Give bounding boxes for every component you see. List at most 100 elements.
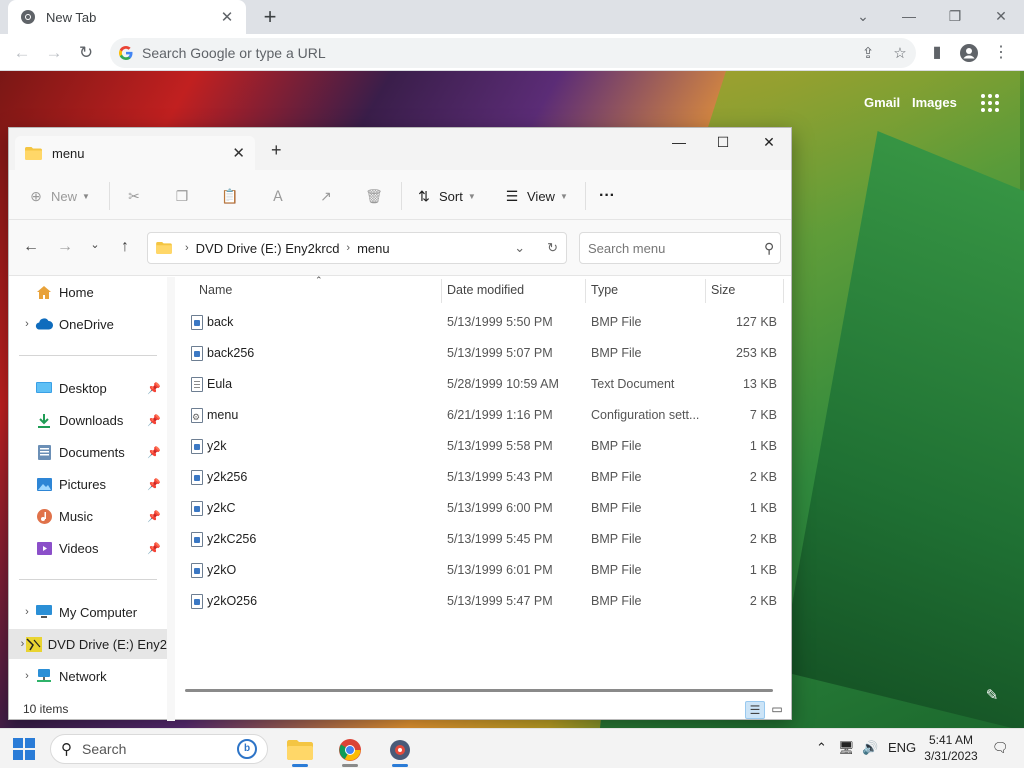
notifications-icon[interactable]: 🗨 [992, 740, 1009, 756]
chevron-right-icon[interactable]: › [19, 670, 35, 682]
nav-item-dvd-drive[interactable]: › DVD Drive (E:) Eny2 [9, 629, 167, 659]
pin-icon[interactable]: 📌 [147, 414, 161, 427]
file-row[interactable]: y2kC 5/13/1999 6:00 PM BMP File 1 KB [175, 493, 785, 524]
images-link[interactable]: Images [912, 95, 957, 110]
rename-icon[interactable]: Ａ [269, 185, 293, 207]
minimize-explorer-button[interactable]: — [657, 130, 701, 154]
new-explorer-tab-button[interactable]: + [271, 140, 282, 161]
cut-icon[interactable]: ✂ [125, 185, 149, 207]
search-box[interactable]: ⚲ [579, 232, 781, 264]
tab-search-icon[interactable]: ⌄ [840, 4, 886, 28]
maximize-explorer-button[interactable]: ☐ [701, 130, 745, 154]
pane-splitter[interactable] [167, 277, 175, 721]
chevron-right-icon[interactable]: › [19, 638, 26, 650]
chevron-up-icon[interactable]: ⌃ [816, 740, 827, 756]
new-tab-button[interactable]: + [258, 5, 282, 29]
column-divider[interactable] [585, 279, 586, 303]
restore-browser-button[interactable]: ❐ [932, 4, 978, 28]
google-apps-icon[interactable] [981, 94, 999, 112]
clock[interactable]: 5:41 AM 3/31/2023 [920, 732, 982, 764]
nav-item-home[interactable]: Home [9, 277, 167, 307]
column-header-date[interactable]: Date modified [447, 277, 524, 303]
chevron-right-icon[interactable]: › [19, 606, 35, 618]
close-tab-icon[interactable]: ✕ [218, 8, 236, 26]
back-icon[interactable]: ← [19, 238, 43, 258]
file-row[interactable]: back256 5/13/1999 5:07 PM BMP File 253 KB [175, 338, 785, 369]
pin-icon[interactable]: 📌 [147, 510, 161, 523]
column-header-type[interactable]: Type [591, 277, 618, 303]
file-row[interactable]: Eula 5/28/1999 10:59 AM Text Document 13 KB [175, 369, 785, 400]
details-view-icon[interactable]: ☰ [745, 701, 765, 719]
column-divider[interactable] [783, 279, 784, 303]
network-tray-icon[interactable]: 🖥 [838, 740, 855, 756]
file-row[interactable]: y2kO256 5/13/1999 5:47 PM BMP File 2 KB [175, 586, 785, 617]
column-divider[interactable] [441, 279, 442, 303]
address-dropdown-icon[interactable]: ⌄ [514, 240, 525, 256]
file-row[interactable]: back 5/13/1999 5:50 PM BMP File 127 KB [175, 307, 785, 338]
profile-icon[interactable] [956, 40, 982, 66]
language-indicator[interactable]: ENG [888, 740, 916, 755]
file-row[interactable]: y2kC256 5/13/1999 5:45 PM BMP File 2 KB [175, 524, 785, 555]
new-button[interactable]: ⊕ New ▼ [27, 185, 90, 207]
copy-icon[interactable]: ❐ [173, 185, 197, 207]
browser-tab-new-tab[interactable]: New Tab ✕ [8, 0, 246, 34]
tiles-view-icon[interactable]: ▭ [767, 701, 787, 719]
bookmark-star-icon[interactable]: ☆ [884, 44, 916, 62]
horizontal-scrollbar[interactable] [185, 689, 773, 692]
breadcrumb-dvd-drive[interactable]: DVD Drive (E:) Eny2krcd [196, 241, 340, 256]
search-input[interactable] [588, 240, 764, 256]
taskbar-search[interactable]: ⚲ Search b [50, 734, 268, 764]
nav-item-onedrive[interactable]: › OneDrive [9, 309, 167, 339]
view-button[interactable]: ☰ View ▼ [503, 185, 568, 207]
forward-icon[interactable]: → [53, 238, 77, 258]
nav-item-documents[interactable]: Documents 📌 [9, 437, 167, 467]
file-row[interactable]: y2k256 5/13/1999 5:43 PM BMP File 2 KB [175, 462, 785, 493]
taskbar-chrome[interactable] [330, 733, 370, 767]
taskbar-file-explorer[interactable] [280, 733, 320, 767]
volume-icon[interactable]: 🔊 [862, 740, 878, 756]
pin-icon[interactable]: 📌 [147, 478, 161, 491]
refresh-icon[interactable]: ↻ [547, 240, 558, 256]
nav-item-pictures[interactable]: Pictures 📌 [9, 469, 167, 499]
pin-icon[interactable]: 📌 [147, 382, 161, 395]
column-divider[interactable] [705, 279, 706, 303]
delete-icon[interactable]: 🗑 [365, 185, 389, 207]
windows-start-icon[interactable] [13, 738, 35, 760]
taskbar-app-icon[interactable] [380, 733, 420, 767]
customize-pencil-icon[interactable]: ✎ [982, 686, 1002, 706]
minimize-browser-button[interactable]: — [886, 4, 932, 28]
nav-item-network[interactable]: › Network [9, 661, 167, 691]
file-row[interactable]: menu 6/21/1999 1:16 PM Configuration sett.… [175, 400, 785, 431]
chevron-right-icon[interactable]: › [19, 318, 35, 330]
reload-icon[interactable]: ↻ [73, 40, 99, 66]
nav-item-videos[interactable]: Videos 📌 [9, 533, 167, 563]
nav-item-my-computer[interactable]: › My Computer [9, 597, 167, 627]
column-header-name[interactable]: Name [199, 277, 232, 303]
up-icon[interactable]: ↑ [113, 238, 137, 258]
sort-button[interactable]: ⇅ Sort ▼ [415, 185, 476, 207]
breadcrumb-menu[interactable]: menu [357, 241, 390, 256]
bing-icon[interactable]: b [237, 739, 257, 759]
more-options-button[interactable]: ··· [599, 185, 615, 207]
recent-locations-icon[interactable]: ⌄ [83, 238, 107, 258]
nav-item-desktop[interactable]: Desktop 📌 [9, 373, 167, 403]
back-icon[interactable]: ← [9, 40, 35, 66]
close-browser-button[interactable]: ✕ [978, 4, 1024, 28]
file-row[interactable]: y2k 5/13/1999 5:58 PM BMP File 1 KB [175, 431, 785, 462]
chrome-menu-icon[interactable]: ⋮ [988, 40, 1014, 66]
file-row[interactable]: y2kO 5/13/1999 6:01 PM BMP File 1 KB [175, 555, 785, 586]
forward-icon[interactable]: → [41, 40, 67, 66]
explorer-tab-menu[interactable]: menu ✕ [15, 136, 255, 170]
paste-icon[interactable]: 📋 [221, 185, 245, 207]
nav-item-downloads[interactable]: Downloads 📌 [9, 405, 167, 435]
gmail-link[interactable]: Gmail [864, 95, 900, 110]
address-bar[interactable]: › DVD Drive (E:) Eny2krcd › menu ⌄ ↻ [147, 232, 567, 264]
pin-icon[interactable]: 📌 [147, 446, 161, 459]
share-icon[interactable]: ↗ [317, 185, 341, 207]
omnibox[interactable]: Search Google or type a URL ⇪ ☆ [110, 38, 916, 68]
pin-icon[interactable]: 📌 [147, 542, 161, 555]
close-tab-icon[interactable]: ✕ [232, 144, 245, 162]
share-icon[interactable]: ⇪ [852, 44, 884, 62]
close-explorer-button[interactable]: ✕ [747, 130, 791, 154]
side-panel-icon[interactable]: ▮ [924, 40, 950, 66]
